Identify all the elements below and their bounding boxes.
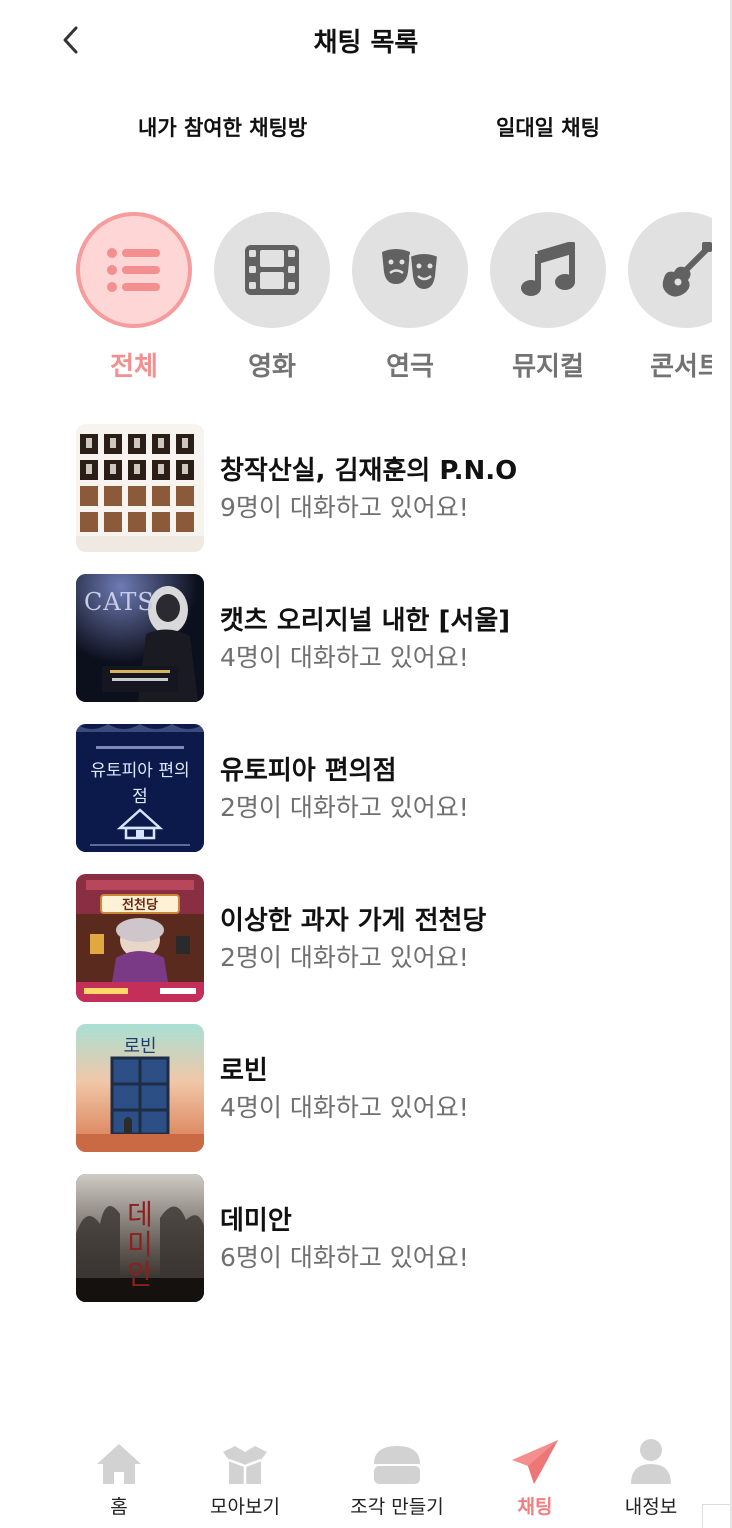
piece-icon bbox=[374, 1446, 420, 1484]
category-all[interactable]: 전체 bbox=[76, 212, 192, 382]
poster-thumbnail: 전천당 bbox=[76, 874, 204, 1002]
category-movie[interactable]: 영화 bbox=[214, 212, 330, 382]
nav-label: 조각 만들기 bbox=[350, 1496, 444, 1518]
chat-room-participants: 4명이 대화하고 있어요! bbox=[220, 1093, 469, 1122]
poster-title-text: 로빈 bbox=[123, 1036, 157, 1057]
nav-label: 홈 bbox=[110, 1496, 128, 1518]
chat-room-participants: 9명이 대화하고 있어요! bbox=[220, 493, 469, 522]
nav-collection[interactable]: 모아보기 bbox=[180, 1432, 310, 1519]
chat-room-participants: 4명이 대화하고 있어요! bbox=[220, 643, 469, 672]
category-theater[interactable]: 연극 bbox=[352, 212, 468, 382]
category-musical[interactable]: 뮤지컬 bbox=[490, 212, 606, 382]
category-label: 영화 bbox=[248, 352, 296, 382]
tab-joined-chats[interactable]: 내가 참여한 채팅방 bbox=[138, 112, 307, 142]
chat-room-item[interactable]: 전천당 이상한 과자 가게 전천당 2명이 대화하고 있어요! bbox=[76, 874, 696, 1002]
poster-thumbnail: 데미안 bbox=[76, 1174, 204, 1302]
nav-label: 채팅 bbox=[517, 1496, 553, 1518]
page-title: 채팅 목록 bbox=[313, 28, 419, 58]
resize-corner bbox=[702, 1504, 730, 1528]
music-note-icon bbox=[521, 242, 575, 296]
film-icon bbox=[245, 245, 299, 295]
chat-room-item[interactable]: 창작산실, 김재훈의 P.N.O 9명이 대화하고 있어요! bbox=[76, 424, 696, 552]
chat-room-title: 캣츠 오리지널 내한 [서울] bbox=[220, 606, 511, 636]
chat-room-title: 로빈 bbox=[220, 1056, 268, 1086]
chat-room-title: 데미안 bbox=[220, 1206, 292, 1236]
poster-title-text: CATS bbox=[84, 588, 155, 616]
poster-thumbnail bbox=[76, 424, 204, 552]
paper-plane-icon bbox=[512, 1440, 558, 1484]
guitar-icon bbox=[662, 242, 712, 297]
category-label: 뮤지컬 bbox=[512, 352, 584, 382]
chat-room-item[interactable]: 데미안 데미안 6명이 대화하고 있어요! bbox=[76, 1174, 696, 1302]
poster-title-text: 데미안 bbox=[127, 1198, 153, 1291]
chat-room-title: 유토피아 편의점 bbox=[220, 756, 397, 786]
chat-room-item[interactable]: CATS 캣츠 오리지널 내한 [서울] 4명이 대화하고 있어요! bbox=[76, 574, 696, 702]
poster-title-text: 유토피아 편의점 bbox=[90, 761, 190, 807]
chat-tabs: 내가 참여한 채팅방 일대일 채팅 bbox=[0, 112, 732, 152]
chat-room-participants: 6명이 대화하고 있어요! bbox=[220, 1243, 469, 1272]
category-concert[interactable]: 콘서트 bbox=[628, 212, 712, 382]
chat-room-participants: 2명이 대화하고 있어요! bbox=[220, 793, 469, 822]
header: 채팅 목록 bbox=[0, 0, 732, 80]
category-label: 콘서트 bbox=[650, 352, 712, 382]
nav-home[interactable]: 홈 bbox=[54, 1432, 184, 1519]
nav-label: 내정보 bbox=[624, 1496, 678, 1518]
category-label: 전체 bbox=[110, 352, 158, 382]
poster-thumbnail: 로빈 bbox=[76, 1024, 204, 1152]
chat-room-participants: 2명이 대화하고 있어요! bbox=[220, 943, 469, 972]
poster-title-text: 전천당 bbox=[100, 894, 180, 914]
nav-make-piece[interactable]: 조각 만들기 bbox=[332, 1432, 462, 1519]
poster-thumbnail: 유토피아 편의점 bbox=[76, 724, 204, 852]
nav-chat[interactable]: 채팅 bbox=[470, 1432, 600, 1519]
category-filter: 전체 영화 연극 뮤지컬 콘서트 bbox=[0, 212, 712, 382]
poster-thumbnail: CATS bbox=[76, 574, 204, 702]
category-label: 연극 bbox=[386, 352, 434, 382]
chat-room-item[interactable]: 유토피아 편의점 유토피아 편의점 2명이 대화하고 있어요! bbox=[76, 724, 696, 852]
chat-room-item[interactable]: 로빈 로빈 4명이 대화하고 있어요! bbox=[76, 1024, 696, 1152]
box-icon bbox=[223, 1446, 267, 1484]
user-icon bbox=[631, 1439, 671, 1484]
tab-direct-chats[interactable]: 일대일 채팅 bbox=[496, 112, 600, 142]
home-icon bbox=[97, 1444, 141, 1484]
list-icon bbox=[107, 248, 160, 292]
theater-masks-icon bbox=[382, 249, 440, 292]
bottom-navigation: 홈 모아보기 조각 만들기 채팅 내정보 bbox=[0, 1432, 732, 1528]
nav-my-info[interactable]: 내정보 bbox=[586, 1432, 716, 1519]
chat-room-title: 창작산실, 김재훈의 P.N.O bbox=[220, 456, 518, 486]
chat-room-title: 이상한 과자 가게 전천당 bbox=[220, 906, 487, 936]
nav-label: 모아보기 bbox=[210, 1496, 280, 1518]
